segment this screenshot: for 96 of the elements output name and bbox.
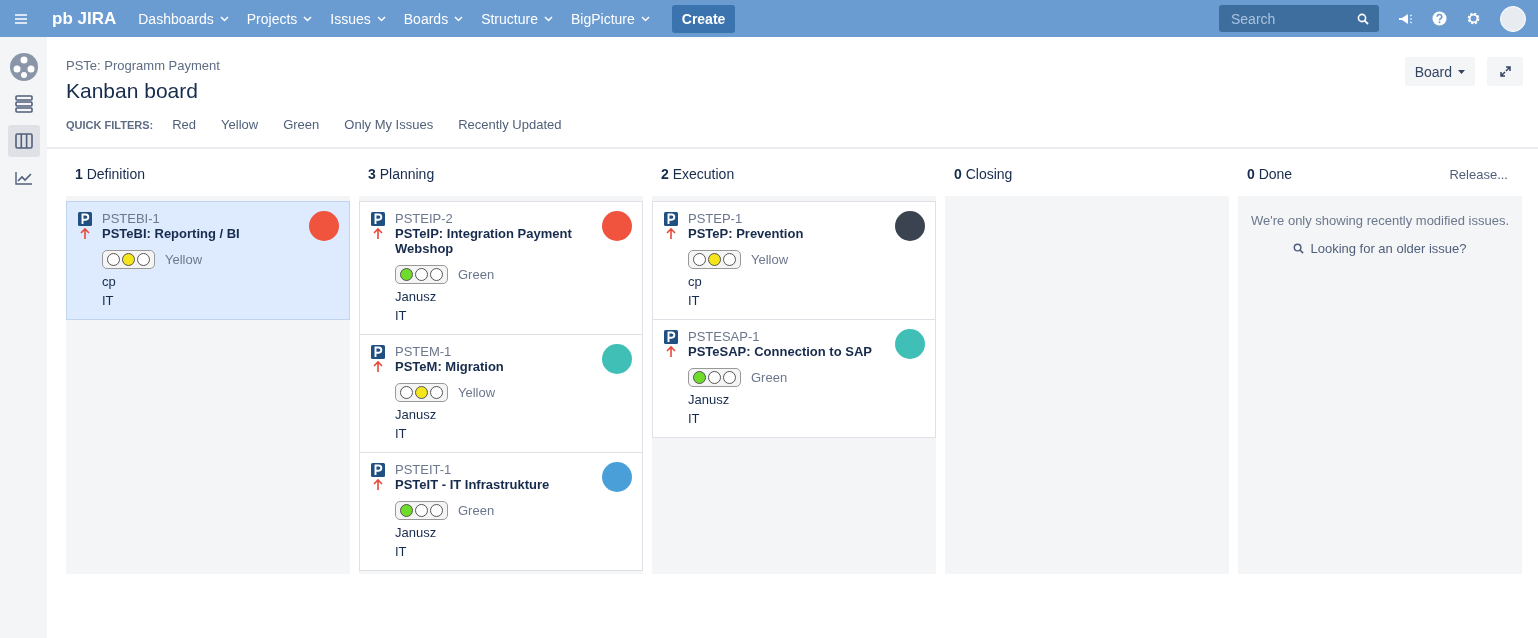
issue-key: PSTEBI-1: [102, 211, 160, 226]
traffic-light-icon: [395, 383, 448, 402]
assignee-name: cp: [102, 273, 117, 291]
chevron-down-icon: [303, 15, 313, 22]
issue-summary: PSTeSAP: Connection to SAP: [688, 344, 873, 359]
chevron-down-icon: [543, 15, 553, 22]
traffic-light-icon: [688, 368, 741, 387]
traffic-light-icon: [395, 265, 448, 284]
project-type-icon: [664, 330, 678, 344]
board-title: Kanban board: [66, 79, 199, 103]
column-title: 0 Done: [1247, 166, 1293, 184]
quick-filter[interactable]: Recently Updated: [458, 117, 562, 132]
search-field[interactable]: Search: [1219, 5, 1379, 32]
status-label: Green: [458, 503, 495, 518]
create-button[interactable]: Create: [671, 4, 736, 33]
project-type-icon: [371, 345, 385, 359]
column-title: 3 Planning: [368, 166, 435, 184]
breadcrumb-link[interactable]: PSTe: Programm Payment: [66, 58, 220, 73]
issue-card[interactable]: PSTESAP-1 PSTeSAP: Connection to SAP Green Janusz IT: [652, 320, 936, 438]
traffic-light-icon: [102, 250, 155, 269]
issue-summary: PSTeIP: Integration Payment Webshop: [395, 226, 573, 256]
issue-summary: PSTeIT - IT Infrastrukture: [395, 477, 551, 492]
older-issue-link[interactable]: Looking for an older issue?: [1287, 240, 1473, 257]
empty-message: We're only showing recently modified issues.: [1250, 213, 1510, 228]
project-type-icon: [371, 212, 385, 226]
assignee-name: Janusz: [395, 288, 438, 306]
project-type-icon: [664, 212, 678, 226]
fullscreen-button[interactable]: [1487, 57, 1523, 86]
chevron-down-icon: [219, 15, 229, 22]
issue-summary: PSTeM: Migration: [395, 359, 505, 374]
project-type-icon: [78, 212, 92, 226]
team-name: IT: [395, 307, 408, 325]
issue-card[interactable]: PSTEP-1 PSTeP: Prevention Yellow cp IT: [652, 201, 936, 320]
board-icon: [14, 133, 33, 149]
issue-key: PSTEIT-1: [395, 462, 452, 477]
priority-arrow-icon: [664, 345, 678, 357]
traffic-light-icon: [395, 501, 448, 520]
issue-summary: PSTeP: Prevention: [688, 226, 805, 241]
user-avatar[interactable]: [1500, 5, 1526, 32]
quick-filter[interactable]: Yellow: [221, 117, 259, 132]
sidebar-item[interactable]: [7, 51, 40, 83]
sidebar-item[interactable]: [7, 125, 40, 157]
issue-key: PSTEP-1: [688, 211, 743, 226]
help-icon[interactable]: [1432, 11, 1447, 26]
priority-arrow-icon: [78, 227, 92, 239]
quick-filter[interactable]: Red: [172, 117, 197, 132]
traffic-light-icon: [688, 250, 741, 269]
expand-icon: [1499, 66, 1511, 77]
issue-key: PSTEIP-2: [395, 211, 453, 226]
project-type-icon: [371, 463, 385, 477]
team-name: IT: [102, 292, 115, 310]
quick-filter[interactable]: Green: [283, 117, 320, 132]
quick-filters-label: QUICK FILTERS:: [66, 118, 154, 131]
priority-arrow-icon: [664, 227, 678, 239]
issue-card[interactable]: PSTEIT-1 PSTeIT - IT Infrastrukture Green Janusz IT: [359, 453, 643, 571]
chevron-down-icon: [376, 15, 386, 22]
priority-arrow-icon: [371, 227, 385, 239]
megaphone-icon[interactable]: [1397, 11, 1413, 26]
status-label: Green: [751, 370, 788, 385]
assignee-name: Janusz: [395, 524, 438, 542]
chart-icon: [14, 171, 33, 185]
team-name: IT: [688, 410, 701, 428]
caret-icon: [1458, 69, 1465, 74]
assignee-name: Janusz: [688, 391, 731, 409]
priority-arrow-icon: [371, 360, 385, 372]
release-link[interactable]: Release...: [1449, 166, 1508, 183]
status-label: Yellow: [165, 252, 203, 267]
search-icon[interactable]: [1357, 12, 1369, 25]
issue-key: PSTEM-1: [395, 344, 452, 359]
assignee-name: cp: [688, 273, 703, 291]
team-name: IT: [688, 292, 701, 310]
issue-card[interactable]: PSTEIP-2 PSTeIP: Integration Payment Webshop Green Janusz IT: [359, 201, 643, 335]
status-label: Yellow: [458, 385, 496, 400]
search-icon: [1293, 243, 1305, 254]
settings-icon[interactable]: [1466, 11, 1481, 26]
chevron-down-icon: [640, 15, 650, 22]
search-input[interactable]: Search: [1229, 9, 1357, 28]
backlog-icon: [14, 95, 33, 113]
project-logo-icon: [8, 52, 39, 82]
team-name: IT: [395, 543, 408, 561]
issue-key: PSTESAP-1: [688, 329, 760, 344]
column-title: 2 Execution: [661, 166, 735, 184]
status-label: Yellow: [751, 252, 789, 267]
priority-arrow-icon: [371, 478, 385, 490]
column-title: 0 Closing: [954, 166, 1013, 184]
chevron-down-icon: [454, 15, 464, 22]
menu-icon[interactable]: [14, 12, 28, 25]
status-label: Green: [458, 267, 495, 282]
assignee-name: Janusz: [395, 406, 438, 424]
issue-card[interactable]: PSTEBI-1 PSTeBI: Reporting / BI Yellow cp IT: [66, 201, 350, 320]
issue-card[interactable]: PSTEM-1 PSTeM: Migration Yellow Janusz IT: [359, 335, 643, 453]
board-menu-button[interactable]: Board: [1404, 57, 1475, 86]
column-title: 1 Definition: [75, 166, 146, 184]
team-name: IT: [395, 425, 408, 443]
quick-filter[interactable]: Only My Issues: [344, 117, 434, 132]
issue-summary: PSTeBI: Reporting / BI: [102, 226, 241, 241]
